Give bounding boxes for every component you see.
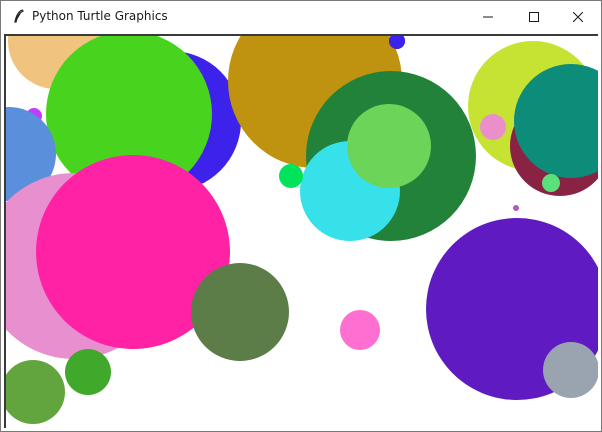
drawing-surface <box>6 36 598 424</box>
dot-15 <box>191 263 289 361</box>
maximize-icon <box>529 7 539 26</box>
dot-13 <box>347 104 431 188</box>
title-bar[interactable]: Python Turtle Graphics <box>1 1 601 32</box>
minimize-icon <box>483 7 493 26</box>
feather-icon <box>11 8 27 24</box>
dot-23 <box>513 205 519 211</box>
turtle-window: Python Turtle Graphics <box>0 0 602 432</box>
window-title: Python Turtle Graphics <box>32 9 168 23</box>
close-button[interactable] <box>555 1 601 32</box>
maximize-button[interactable] <box>511 1 557 32</box>
dot-19 <box>6 360 65 424</box>
dot-21 <box>480 114 506 140</box>
dot-22 <box>542 174 560 192</box>
dot-20 <box>65 349 111 395</box>
turtle-canvas[interactable] <box>4 34 598 428</box>
minimize-button[interactable] <box>465 1 511 32</box>
dot-16 <box>340 310 380 350</box>
dot-18 <box>543 342 598 398</box>
dot-14 <box>279 164 303 188</box>
close-icon <box>572 7 584 26</box>
